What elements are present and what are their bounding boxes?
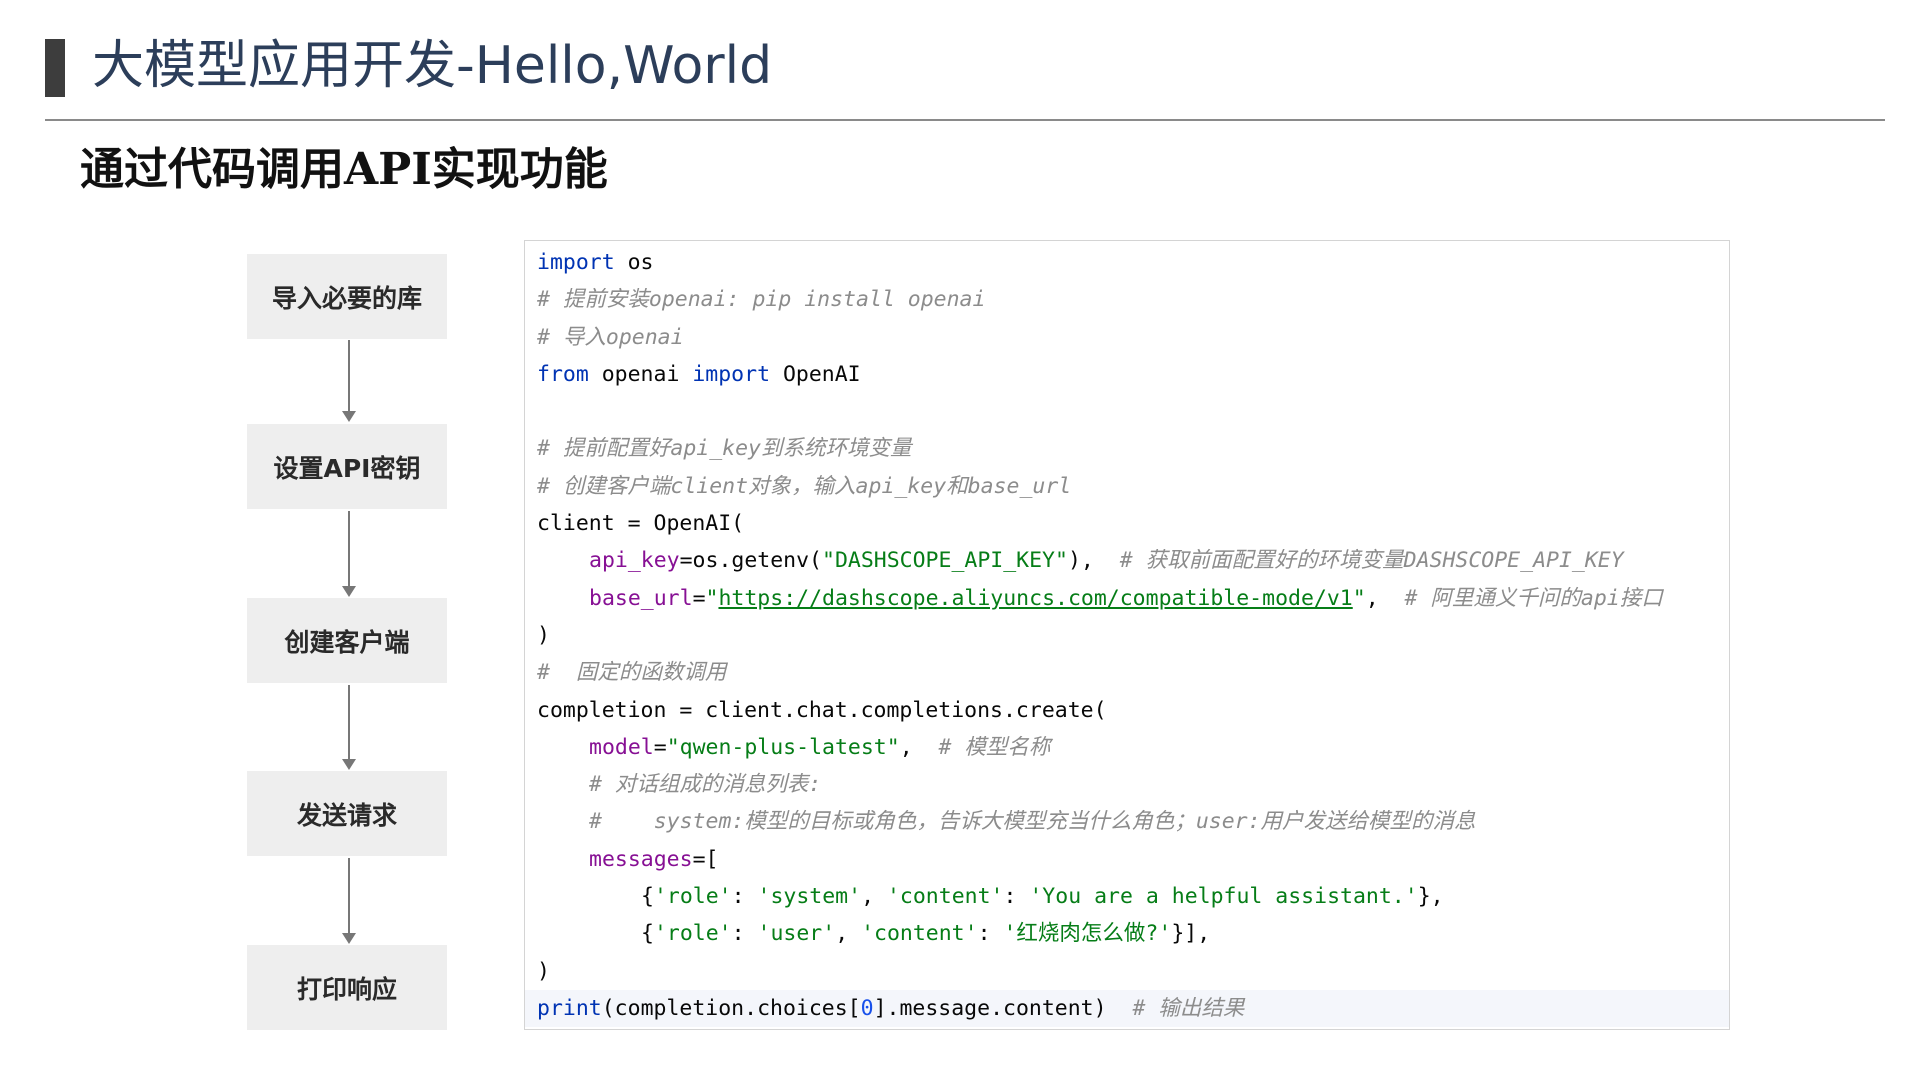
code-text: }], (1171, 921, 1211, 947)
code-string: 'role' (653, 921, 732, 947)
code-param: model (589, 734, 654, 760)
code-text: os (614, 250, 654, 275)
code-comment: # 模型名称 (938, 734, 1051, 760)
flow-arrow (342, 340, 356, 422)
code-line-19: {'role': 'user', 'content': '红烧肉怎么做?'}], (537, 915, 1729, 952)
code-lines: import os # 提前安装openai: pip install open… (525, 244, 1729, 1028)
code-string: '红烧肉怎么做?' (1003, 921, 1172, 947)
code-text: ), (1067, 548, 1120, 574)
code-line-17: messages=[ (537, 841, 1729, 878)
code-text: { (641, 921, 654, 947)
code-line-8: client = OpenAI( (537, 511, 745, 537)
code-line-11: ) (537, 622, 550, 648)
code-text: { (641, 884, 654, 910)
code-string: 'You are a helpful assistant.' (1029, 884, 1418, 910)
code-text: =os.getenv( (679, 548, 822, 574)
flow-step-set-api-key: 设置API密钥 (247, 424, 447, 509)
code-line-3: # 导入openai (537, 324, 684, 350)
code-text: , (835, 921, 862, 947)
code-line-20: ) (537, 958, 550, 984)
code-text: : (977, 921, 1004, 947)
code-param: base_url (589, 585, 693, 611)
code-keyword: from (537, 361, 589, 387)
code-number: 0 (860, 995, 874, 1021)
code-text: }, (1417, 884, 1444, 910)
code-line-18: {'role': 'system', 'content': 'You are a… (537, 878, 1729, 915)
code-text: : (731, 921, 758, 947)
code-line-15: # 对话组成的消息列表: (589, 772, 822, 798)
code-text: = (653, 734, 667, 760)
code-text: =[ (692, 846, 719, 872)
code-line-16: # system:模型的目标或角色，告诉大模型充当什么角色；user:用户发送给… (589, 809, 1476, 835)
code-text: , (1365, 585, 1405, 611)
flow-step-import-libraries: 导入必要的库 (247, 254, 447, 339)
code-line-9: api_key=os.getenv("DASHSCOPE_API_KEY"), … (537, 542, 1729, 579)
code-text: : (731, 884, 758, 910)
flow-step-create-client: 创建客户端 (247, 598, 447, 683)
slide-title: 大模型应用开发-Hello,World (92, 36, 773, 96)
code-line-10: base_url="https://dashscope.aliyuncs.com… (537, 580, 1729, 617)
code-text: : (1003, 884, 1030, 910)
flow-arrow (342, 858, 356, 944)
code-line-14: model="qwen-plus-latest", # 模型名称 (537, 729, 1729, 766)
code-string: " (705, 585, 719, 611)
code-line-7: # 创建客户端client对象，输入api_key和base_url (537, 473, 1072, 499)
slide-subtitle: 通过代码调用API实现功能 (80, 144, 608, 195)
code-url-link[interactable]: https://dashscope.aliyuncs.com/compatibl… (718, 586, 1352, 611)
code-line-2: # 提前安装openai: pip install openai (537, 287, 986, 313)
code-comment: # 输出结果 (1132, 995, 1245, 1021)
code-line-21: print(completion.choices[0].message.cont… (525, 989, 1729, 1028)
code-param: api_key (589, 548, 680, 574)
code-line-12: # 固定的函数调用 (537, 660, 727, 686)
code-line-6: # 提前配置好api_key到系统环境变量 (537, 436, 912, 462)
code-string: 'role' (653, 884, 732, 910)
code-comment: # 获取前面配置好的环境变量DASHSCOPE_API_KEY (1119, 548, 1624, 574)
flow-step-print-response: 打印响应 (247, 945, 447, 1030)
title-accent-bar (45, 39, 65, 97)
code-text: ].message.content) (873, 995, 1133, 1021)
flow-step-send-request: 发送请求 (247, 771, 447, 856)
flow-arrow (342, 685, 356, 770)
code-string: "DASHSCOPE_API_KEY" (822, 548, 1068, 574)
code-text: (completion.choices[ (601, 995, 861, 1021)
code-text: , (899, 734, 939, 760)
code-string: "qwen-plus-latest" (666, 734, 900, 760)
code-text: openai (588, 361, 693, 387)
code-panel: import os # 提前安装openai: pip install open… (524, 240, 1730, 1030)
code-string: 'system' (757, 884, 862, 910)
code-line-4: from openai import OpenAI (537, 356, 1729, 393)
code-string: " (1352, 585, 1366, 611)
code-text: = (692, 585, 706, 611)
code-string: 'content' (861, 921, 978, 947)
code-keyword: import (537, 250, 615, 275)
code-keyword: print (537, 995, 602, 1021)
code-string: 'content' (886, 884, 1004, 910)
code-line-13: completion = client.chat.completions.cre… (537, 697, 1107, 723)
code-keyword: import (692, 361, 771, 387)
title-divider (45, 119, 1885, 121)
code-param: messages (589, 846, 693, 872)
code-text: OpenAI (770, 361, 861, 387)
code-string: 'user' (757, 921, 836, 947)
flow-arrow (342, 511, 356, 597)
code-comment: # 阿里通义千问的api接口 (1404, 585, 1663, 611)
code-line-1: import os (537, 244, 1729, 281)
code-text: , (861, 884, 887, 910)
